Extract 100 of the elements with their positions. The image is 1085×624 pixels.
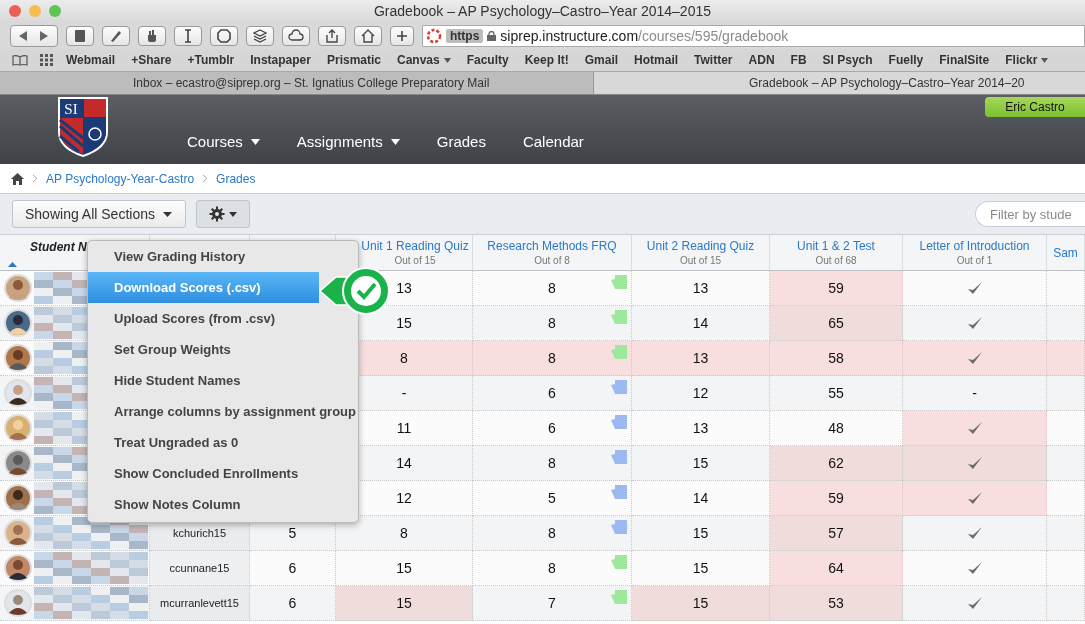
column-header[interactable]: Unit 1 Reading Quiz [361,239,469,253]
grade-cell[interactable] [1047,376,1085,411]
cloud-button[interactable] [282,25,310,46]
comment-flag-icon[interactable] [611,450,627,464]
grade-cell[interactable]: 8 [473,271,632,306]
sections-dropdown[interactable]: Showing All Sections [12,200,186,228]
grade-cell[interactable]: 15 [336,551,473,586]
nav-link[interactable]: Assignments [296,133,400,150]
hand-button[interactable] [138,25,166,46]
home-icon[interactable] [11,172,24,185]
layers-button[interactable] [246,25,274,46]
grade-cell[interactable]: 13 [632,411,770,446]
nav-link[interactable]: Courses [187,133,260,150]
zoom-icon[interactable] [49,5,61,17]
grade-cell[interactable]: 8 [473,551,632,586]
bookmark-link[interactable]: Hotmail [634,53,679,67]
comment-flag-icon[interactable] [611,555,627,569]
grade-cell[interactable]: 5 [473,481,632,516]
home-button[interactable] [354,25,382,46]
grade-cell[interactable]: 14 [632,481,770,516]
bookmark-link[interactable]: SI Psych [822,53,873,67]
nav-link[interactable]: Calendar [522,133,584,150]
grade-cell[interactable]: 8 [473,516,632,551]
close-icon[interactable] [9,5,21,17]
grade-cell[interactable]: 6 [473,411,632,446]
share-button[interactable] [318,25,346,46]
bookmark-link[interactable]: Prismatic [326,53,381,67]
grade-cell[interactable]: 53 [770,586,903,621]
grade-cell[interactable] [903,586,1047,621]
minimize-icon[interactable] [29,5,41,17]
grade-cell[interactable] [1047,341,1085,376]
open-book-icon[interactable] [12,54,28,66]
bookmark-link[interactable]: FB [790,53,807,67]
bookmark-link[interactable]: Instapaper [250,53,311,67]
comment-flag-icon[interactable] [611,345,627,359]
grade-cell[interactable]: 55 [770,376,903,411]
column-header[interactable]: Student N [30,240,87,254]
grade-cell[interactable] [1047,481,1085,516]
grade-cell[interactable]: - [903,376,1047,411]
bookmark-link[interactable]: Flickr [1005,53,1049,67]
grade-cell[interactable]: 59 [770,481,903,516]
comment-flag-icon[interactable] [611,520,627,534]
filter-field[interactable]: Filter by stude [975,201,1085,227]
grade-cell[interactable] [903,446,1047,481]
bookmark-link[interactable]: Twitter [694,53,733,67]
comment-flag-icon[interactable] [611,485,627,499]
column-header[interactable]: Unit 2 Reading Quiz [646,239,755,253]
bookmark-link[interactable]: Fuelly [888,53,924,67]
grade-cell[interactable]: 8 [473,446,632,481]
reader-button[interactable] [66,25,94,46]
column-header[interactable]: Sam [1053,245,1078,260]
bookmark-link[interactable]: Canvas [397,53,451,67]
grade-cell[interactable]: 15 [632,551,770,586]
menu-item[interactable]: View Grading History [88,241,358,272]
text-button[interactable] [174,25,202,46]
grade-cell[interactable]: 59 [770,271,903,306]
grade-cell[interactable]: 8 [473,341,632,376]
sort-ascending-icon[interactable] [8,262,17,267]
grade-cell[interactable] [1047,516,1085,551]
bookmark-link[interactable]: +Share [131,53,172,67]
column-header[interactable]: Unit 1 & 2 Test [797,239,875,253]
bookmark-link[interactable]: Webmail [66,53,116,67]
grade-cell[interactable] [903,341,1047,376]
settings-button[interactable] [196,200,250,228]
grade-cell[interactable]: 13 [632,271,770,306]
grade-cell[interactable]: 64 [770,551,903,586]
grade-cell[interactable]: 62 [770,446,903,481]
back-forward-button[interactable] [10,24,58,47]
browser-tab[interactable]: Gradebook – AP Psychology–Castro–Year 2014–20 [594,72,1085,94]
grade-cell[interactable]: 8 [336,516,473,551]
grade-cell[interactable] [1047,411,1085,446]
grade-cell[interactable]: 12 [632,376,770,411]
grade-cell[interactable]: 7 [473,586,632,621]
pen-button[interactable] [102,25,130,46]
grade-cell[interactable]: 8 [473,306,632,341]
grade-cell[interactable] [1047,306,1085,341]
breadcrumb-link[interactable]: Grades [216,171,256,186]
grid-icon[interactable] [40,54,54,66]
grade-cell[interactable]: 15 [632,586,770,621]
grade-cell[interactable] [903,481,1047,516]
new-tab-button[interactable] [390,25,414,46]
user-button[interactable]: Eric Castro [985,97,1085,117]
grade-cell[interactable] [1047,586,1085,621]
comment-flag-icon[interactable] [611,310,627,324]
comment-flag-icon[interactable] [611,275,627,289]
stop-button[interactable] [210,25,238,46]
bookmark-link[interactable]: ADN [748,53,775,67]
breadcrumb-link[interactable]: AP Psychology-Year-Castro [46,171,195,186]
grade-cell[interactable] [1047,271,1085,306]
bookmark-link[interactable]: +Tumblr [187,53,235,67]
bookmark-link[interactable]: Gmail [584,53,619,67]
grade-cell[interactable] [1047,446,1085,481]
grade-cell[interactable] [1047,551,1085,586]
bookmark-link[interactable]: FinalSite [939,53,990,67]
grade-cell[interactable]: 13 [632,341,770,376]
column-header[interactable]: Letter of Introduction [919,239,1030,253]
comment-flag-icon[interactable] [611,590,627,604]
column-header[interactable]: Research Methods FRQ [487,239,617,253]
bookmark-link[interactable]: Faculty [466,53,509,67]
grade-cell[interactable] [903,271,1047,306]
